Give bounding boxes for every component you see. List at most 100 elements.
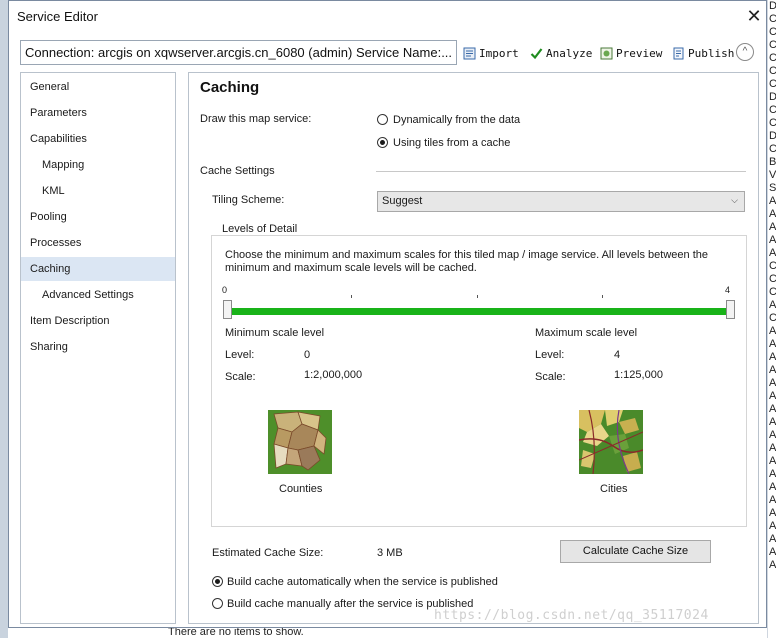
nav-item-advanced-settings[interactable]: Advanced Settings bbox=[21, 283, 175, 307]
analyze-button[interactable]: Analyze bbox=[530, 45, 592, 61]
background-list-letter: A bbox=[769, 299, 776, 311]
background-list-letter: A bbox=[769, 533, 776, 545]
close-button[interactable]: ✕ bbox=[743, 5, 765, 27]
watermark: https://blog.csdn.net/qq_35117024 bbox=[434, 608, 709, 623]
max-scale-value: 1:125,000 bbox=[614, 369, 663, 381]
background-window-right: DCCCCCCDCCDCBVSAAAAACCCACAAAAAAAAAAAAAAA… bbox=[767, 0, 776, 638]
estimated-cache-label: Estimated Cache Size: bbox=[212, 547, 324, 559]
analyze-label: Analyze bbox=[546, 46, 593, 60]
build-manual-radio[interactable] bbox=[212, 598, 223, 609]
slider-tick bbox=[477, 295, 478, 298]
background-list-letter: A bbox=[769, 403, 776, 415]
slider-tick bbox=[602, 295, 603, 298]
background-list-letter: A bbox=[769, 377, 776, 389]
background-list-letter: D bbox=[769, 130, 776, 142]
nav-item-caching[interactable]: Caching bbox=[21, 257, 175, 281]
slider-min-thumb[interactable] bbox=[223, 300, 232, 319]
background-list-letter: C bbox=[769, 52, 776, 64]
tiling-scheme-label: Tiling Scheme: bbox=[212, 194, 285, 206]
min-scale-title: Minimum scale level bbox=[225, 327, 325, 339]
import-button[interactable]: Import bbox=[463, 45, 519, 61]
preview-button[interactable]: Preview bbox=[600, 45, 662, 61]
build-auto-label[interactable]: Build cache automatically when the servi… bbox=[227, 576, 498, 588]
slider-max-thumb[interactable] bbox=[726, 300, 735, 319]
background-list-letter: A bbox=[769, 494, 776, 506]
background-list-letter: A bbox=[769, 442, 776, 454]
nav-item-general[interactable]: General bbox=[21, 75, 175, 99]
nav-item-kml[interactable]: KML bbox=[21, 179, 175, 203]
nav-item-capabilities[interactable]: Capabilities bbox=[21, 127, 175, 151]
background-list-letter: C bbox=[769, 286, 776, 298]
import-icon bbox=[463, 47, 476, 60]
dynamic-radio-label[interactable]: Dynamically from the data bbox=[393, 114, 520, 126]
nav-item-parameters[interactable]: Parameters bbox=[21, 101, 175, 125]
background-list-letter: S bbox=[769, 182, 776, 194]
levels-of-detail-title: Levels of Detail bbox=[219, 223, 301, 235]
draw-service-label: Draw this map service: bbox=[200, 113, 312, 125]
nav-item-sharing[interactable]: Sharing bbox=[21, 335, 175, 359]
cache-settings-heading: Cache Settings bbox=[200, 165, 275, 177]
cache-settings-divider bbox=[376, 171, 746, 172]
preview-icon bbox=[600, 47, 613, 60]
tiles-radio[interactable] bbox=[377, 137, 388, 148]
calculate-cache-size-button[interactable]: Calculate Cache Size bbox=[560, 540, 711, 563]
background-list-letter: D bbox=[769, 91, 776, 103]
background-list-letter: B bbox=[769, 156, 776, 168]
min-scale-value: 1:2,000,000 bbox=[304, 369, 363, 381]
min-level-label: Level: bbox=[225, 349, 255, 361]
background-list-letter: A bbox=[769, 429, 776, 441]
counties-caption: Counties bbox=[279, 483, 323, 495]
max-level-value: 4 bbox=[614, 349, 621, 361]
nav-item-processes[interactable]: Processes bbox=[21, 231, 175, 255]
import-label: Import bbox=[479, 46, 519, 60]
background-list-letter: A bbox=[769, 338, 776, 350]
background-list-letter: A bbox=[769, 208, 776, 220]
tiling-scheme-value: Suggest bbox=[382, 195, 423, 207]
caching-panel: Caching Draw this map service: Dynamical… bbox=[188, 72, 759, 624]
background-list-letter: A bbox=[769, 234, 776, 246]
scale-range-slider[interactable] bbox=[230, 308, 730, 315]
background-list-letter: C bbox=[769, 39, 776, 51]
background-list-letter: C bbox=[769, 26, 776, 38]
publish-button[interactable]: Publish bbox=[672, 45, 734, 61]
levels-description: Choose the minimum and maximum scales fo… bbox=[225, 249, 708, 274]
estimated-cache-value: 3 MB bbox=[377, 547, 403, 559]
background-list-letter: C bbox=[769, 13, 776, 25]
background-list-letter: A bbox=[769, 247, 776, 259]
background-list-letter: C bbox=[769, 260, 776, 272]
window-title: Service Editor bbox=[17, 9, 98, 24]
background-list-letter: V bbox=[769, 169, 776, 181]
connection-field[interactable]: Connection: arcgis on xqwserver.arcgis.c… bbox=[20, 40, 457, 65]
slider-max-label: 4 bbox=[725, 285, 731, 295]
tiling-scheme-select[interactable]: Suggest ⌵ bbox=[377, 191, 745, 212]
nav-item-pooling[interactable]: Pooling bbox=[21, 205, 175, 229]
preview-label: Preview bbox=[616, 46, 663, 60]
background-list-letter: C bbox=[769, 312, 776, 324]
collapse-button[interactable]: ^ bbox=[736, 43, 754, 61]
cities-caption: Cities bbox=[600, 483, 628, 495]
background-window-edge bbox=[0, 0, 8, 638]
dynamic-radio[interactable] bbox=[377, 114, 388, 125]
tiles-radio-label[interactable]: Using tiles from a cache bbox=[393, 137, 510, 149]
checkmark-icon bbox=[530, 47, 543, 60]
background-list-letter: A bbox=[769, 364, 776, 376]
background-list-letter: A bbox=[769, 481, 776, 493]
min-scale-label: Scale: bbox=[225, 371, 256, 383]
background-list-letter: A bbox=[769, 559, 776, 571]
background-list-letter: C bbox=[769, 117, 776, 129]
service-editor-window: Service Editor ✕ Connection: arcgis on x… bbox=[8, 0, 767, 628]
max-level-label: Level: bbox=[535, 349, 565, 361]
nav-item-item-description[interactable]: Item Description bbox=[21, 309, 175, 333]
background-list-letter: C bbox=[769, 143, 776, 155]
background-list-letter: A bbox=[769, 221, 776, 233]
nav-item-mapping[interactable]: Mapping bbox=[21, 153, 175, 177]
background-list-letter: A bbox=[769, 416, 776, 428]
build-auto-radio[interactable] bbox=[212, 576, 223, 587]
max-scale-title: Maximum scale level bbox=[535, 327, 638, 339]
title-bar: Service Editor ✕ bbox=[9, 1, 766, 33]
page-title: Caching bbox=[200, 79, 260, 96]
background-list-letter: A bbox=[769, 325, 776, 337]
settings-nav: General Parameters Capabilities Mapping … bbox=[20, 72, 176, 624]
background-list-letter: A bbox=[769, 455, 776, 467]
background-list-letter: A bbox=[769, 468, 776, 480]
